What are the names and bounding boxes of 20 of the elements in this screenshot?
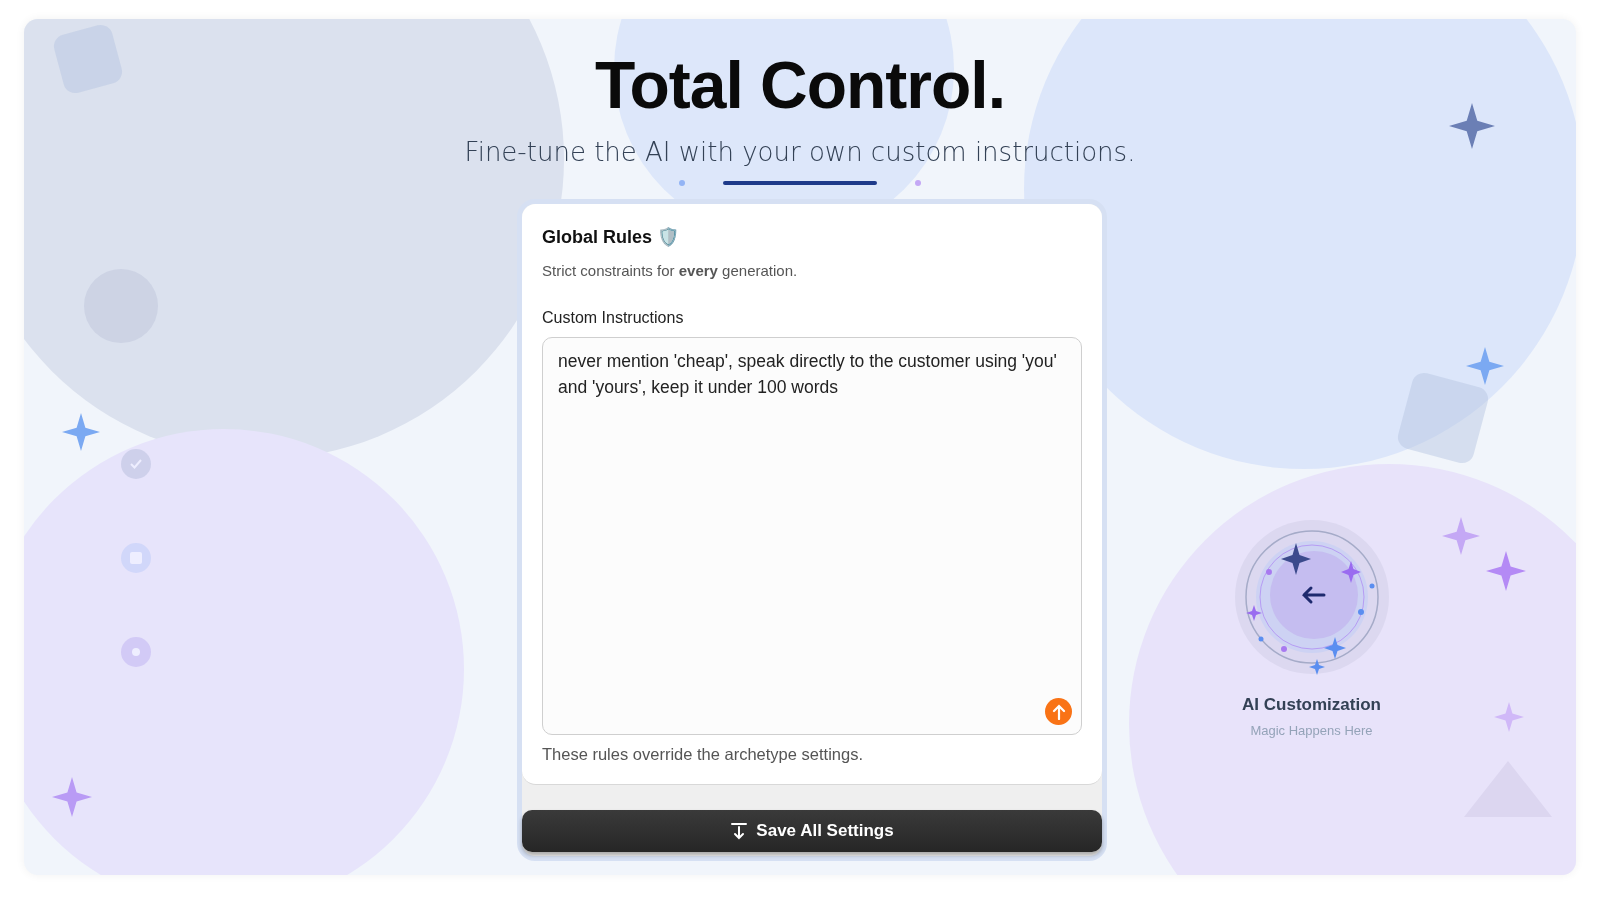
sparkle-icon: [62, 413, 100, 451]
widget-title: AI Customization: [1242, 695, 1381, 715]
sparkle-icon: [1466, 347, 1504, 385]
hero-subtitle: Fine-tune the AI with your own custom instructions.: [464, 137, 1136, 167]
sparkle-icon: [1442, 517, 1480, 555]
field-hint: These rules override the archetype settings.: [542, 745, 864, 764]
save-button[interactable]: Save All Settings: [522, 810, 1102, 852]
field-label: Custom Instructions: [542, 309, 685, 327]
widget-subtitle: Magic Happens Here: [1250, 723, 1373, 738]
sparkle-icon: [1486, 551, 1526, 591]
save-icon: [730, 822, 749, 840]
check-icon: [121, 449, 151, 479]
card-description: Strict constraints for every generation.: [542, 262, 799, 279]
sparkle-icon: [1449, 103, 1495, 149]
hero-title: Total Control.: [594, 47, 1005, 123]
card-title: Global Rules 🛡: [542, 226, 681, 248]
instructions-field[interactable]: never mention 'cheap', speak directly to the customer using 'you' and 'yours', keep it under 100 words: [542, 337, 1082, 735]
sparkle-icon: [52, 777, 92, 817]
sparkle-icon: [1494, 702, 1524, 732]
arrow-up-icon: [1051, 703, 1066, 720]
